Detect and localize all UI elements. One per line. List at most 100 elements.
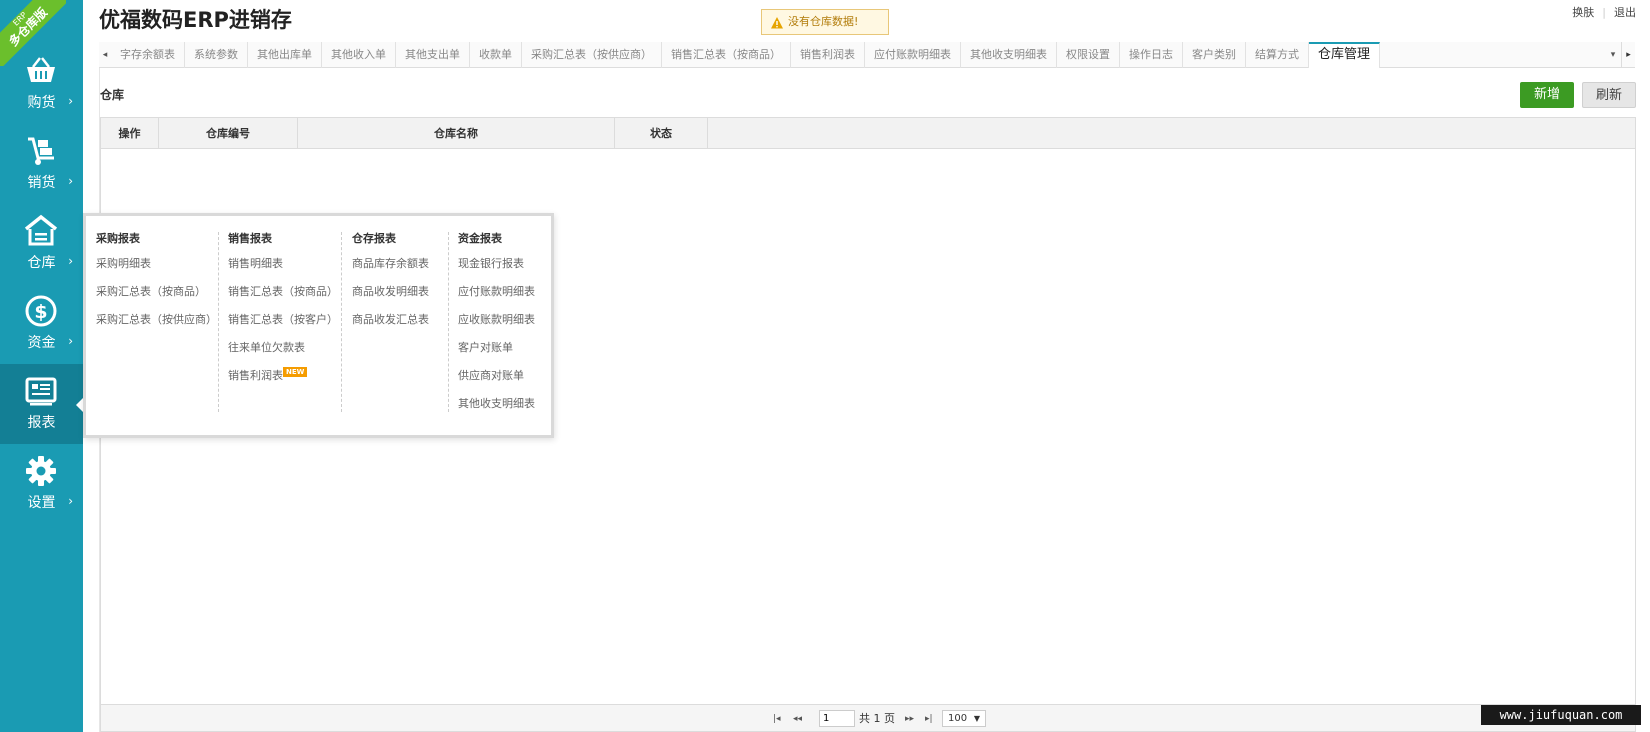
report-sales-profit[interactable]: 销售利润表 NEW xyxy=(228,362,338,390)
column-divider xyxy=(218,232,219,412)
tab-permission[interactable]: 权限设置 xyxy=(1057,42,1120,68)
report-supplier-statement[interactable]: 供应商对账单 xyxy=(458,362,535,390)
tab-settlement-method[interactable]: 结算方式 xyxy=(1246,42,1309,68)
last-page-icon[interactable]: ▸| xyxy=(925,711,933,727)
tab-other-outbound[interactable]: 其他出库单 xyxy=(248,42,322,68)
add-button[interactable]: 新增 xyxy=(1520,82,1574,108)
report-stock-balance[interactable]: 商品库存余额表 xyxy=(352,250,429,278)
report-sales-summary-customer[interactable]: 销售汇总表（按客户） xyxy=(228,306,338,334)
sidebar-item-warehouse[interactable]: 仓库 › xyxy=(0,204,83,284)
chevron-right-icon: › xyxy=(68,494,73,508)
page-number-input[interactable] xyxy=(819,710,855,727)
skin-link[interactable]: 换肤 xyxy=(1572,4,1594,20)
caret-down-icon: ▼ xyxy=(973,714,980,723)
basket-icon xyxy=(24,54,58,88)
report-group-title: 仓存报表 xyxy=(352,232,396,245)
report-purchase-detail[interactable]: 采购明细表 xyxy=(96,250,217,278)
report-cash-bank[interactable]: 现金银行报表 xyxy=(458,250,535,278)
sidebar-item-purchase[interactable]: 购货 › xyxy=(0,44,83,124)
report-group-title: 销售报表 xyxy=(228,232,272,245)
page-size-value: 100 xyxy=(948,713,968,724)
tab-list: 字存余额表 系统参数 其他出库单 其他收入单 其他支出单 收款单 采购汇总表（按供应商） 销售… xyxy=(111,42,1381,69)
report-group-title: 采购报表 xyxy=(96,232,140,245)
col-header-name[interactable]: 仓库名称 xyxy=(298,118,615,149)
svg-text:$: $ xyxy=(34,301,47,323)
tab-purchase-summary-supplier[interactable]: 采购汇总表（按供应商） xyxy=(522,42,662,68)
gear-icon xyxy=(24,454,58,488)
grid-header: 操作 仓库编号 仓库名称 状态 xyxy=(101,118,1635,149)
report-sales-summary-goods[interactable]: 销售汇总表（按商品） xyxy=(228,278,338,306)
chevron-right-icon: › xyxy=(68,174,73,188)
app-root: ERP 多仓库版 购货 › 销货 › 仓库 › $ 资金 › 报表 设置 › 优… xyxy=(0,0,1650,732)
column-divider xyxy=(341,232,342,412)
report-group-funds: 资金报表 现金银行报表 应付账款明细表 应收账款明细表 客户对账单 供应商对账单… xyxy=(458,228,535,418)
tab-system-params[interactable]: 系统参数 xyxy=(185,42,248,68)
report-arrears[interactable]: 往来单位欠款表 xyxy=(228,334,338,362)
tab-bar: ◂ 字存余额表 系统参数 其他出库单 其他收入单 其他支出单 收款单 采购汇总表（按供应商）… xyxy=(99,42,1635,69)
report-group-sales: 销售报表 销售明细表 销售汇总表（按商品） 销售汇总表（按客户） 往来单位欠款表… xyxy=(228,228,338,390)
column-divider xyxy=(448,232,449,412)
col-header-action[interactable]: 操作 xyxy=(101,118,159,149)
tab-customer-category[interactable]: 客户类别 xyxy=(1183,42,1246,68)
tab-sales-profit[interactable]: 销售利润表 xyxy=(791,42,865,68)
sidebar-item-reports[interactable]: 报表 xyxy=(0,364,83,444)
tab-operation-log[interactable]: 操作日志 xyxy=(1120,42,1183,68)
chevron-right-icon: › xyxy=(68,254,73,268)
report-other-inout-detail[interactable]: 其他收支明细表 xyxy=(458,390,535,418)
hand-truck-icon xyxy=(24,134,58,168)
dollar-coin-icon: $ xyxy=(24,294,58,328)
col-header-code[interactable]: 仓库编号 xyxy=(159,118,298,149)
report-customer-statement[interactable]: 客户对账单 xyxy=(458,334,535,362)
sidebar: ERP 多仓库版 购货 › 销货 › 仓库 › $ 资金 › 报表 设置 › xyxy=(0,0,83,732)
tab-warehouse-management[interactable]: 仓库管理 xyxy=(1309,42,1381,69)
refresh-button[interactable]: 刷新 xyxy=(1582,82,1636,108)
tab-other-income[interactable]: 其他收入单 xyxy=(322,42,396,68)
app-title: 优福数码ERP进销存 xyxy=(99,8,292,32)
report-icon xyxy=(24,374,58,408)
report-group-inventory: 仓存报表 商品库存余额表 商品收发明细表 商品收发汇总表 xyxy=(352,228,429,334)
tab-stock-balance[interactable]: 字存余额表 xyxy=(111,42,185,68)
report-stock-inout-detail[interactable]: 商品收发明细表 xyxy=(352,278,429,306)
col-header-status[interactable]: 状态 xyxy=(615,118,708,149)
logout-link[interactable]: 退出 xyxy=(1614,4,1636,20)
watermark: www.jiufuquan.com xyxy=(1481,705,1641,725)
report-sales-detail[interactable]: 销售明细表 xyxy=(228,250,338,278)
tab-payable-detail[interactable]: 应付账款明细表 xyxy=(865,42,961,68)
page-size-select[interactable]: 100 ▼ xyxy=(942,710,986,727)
pager: |◂ ◂◂ 共 1 页 ▸▸ ▸| 100 ▼ xyxy=(100,704,1636,732)
tab-other-inout-detail[interactable]: 其他收支明细表 xyxy=(961,42,1057,68)
tab-other-expense[interactable]: 其他支出单 xyxy=(396,42,470,68)
first-page-icon[interactable]: |◂ xyxy=(773,711,781,727)
new-badge: NEW xyxy=(283,367,308,377)
report-purchase-summary-supplier[interactable]: 采购汇总表（按供应商） xyxy=(96,306,217,334)
tab-scroll-left-icon[interactable]: ◂ xyxy=(99,42,111,68)
sidebar-item-sales[interactable]: 销货 › xyxy=(0,124,83,204)
link-divider: | xyxy=(1602,6,1606,19)
sidebar-item-funds[interactable]: $ 资金 › xyxy=(0,284,83,364)
alert-text: 没有仓库数据! xyxy=(788,15,859,28)
top-links: 换肤 | 退出 xyxy=(1572,4,1636,20)
chevron-right-icon: › xyxy=(68,334,73,348)
tab-receipt[interactable]: 收款单 xyxy=(470,42,522,68)
chevron-right-icon: › xyxy=(68,94,73,108)
sidebar-item-settings[interactable]: 设置 › xyxy=(0,444,83,524)
report-stock-inout-summary[interactable]: 商品收发汇总表 xyxy=(352,306,429,334)
tab-dropdown-icon[interactable]: ▾ xyxy=(1605,42,1621,68)
page-title: 仓库 xyxy=(100,88,125,102)
sidebar-item-label: 报表 xyxy=(27,415,56,431)
total-pages: 共 1 页 xyxy=(859,712,895,725)
next-page-icon[interactable]: ▸▸ xyxy=(905,711,914,727)
tab-scroll-right-icon[interactable]: ▸ xyxy=(1621,42,1635,68)
report-purchase-summary-goods[interactable]: 采购汇总表（按商品） xyxy=(96,278,217,306)
report-receivable-detail[interactable]: 应收账款明细表 xyxy=(458,306,535,334)
report-payable-detail[interactable]: 应付账款明细表 xyxy=(458,278,535,306)
report-sales-profit-label: 销售利润表 xyxy=(228,369,283,382)
warehouse-icon xyxy=(24,214,58,248)
active-pointer xyxy=(76,398,83,412)
tab-sales-summary-goods[interactable]: 销售汇总表（按商品） xyxy=(662,42,791,68)
prev-page-icon[interactable]: ◂◂ xyxy=(793,711,802,727)
report-menu-popup: 采购报表 采购明细表 采购汇总表（按商品） 采购汇总表（按供应商） 销售报表 销… xyxy=(83,213,554,438)
report-group-purchase: 采购报表 采购明细表 采购汇总表（按商品） 采购汇总表（按供应商） xyxy=(96,228,217,334)
no-warehouse-alert: 没有仓库数据! xyxy=(761,9,889,35)
report-group-title: 资金报表 xyxy=(458,232,502,245)
